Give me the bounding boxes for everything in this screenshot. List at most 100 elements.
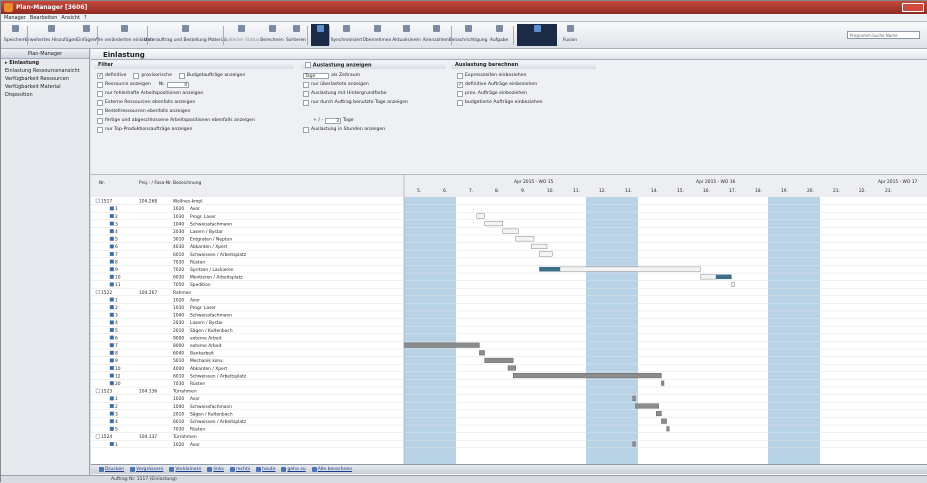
bottom-button-1[interactable]: Vergrössern [130, 467, 163, 472]
node-icon [109, 365, 114, 370]
task-bar[interactable] [632, 395, 636, 401]
node-icon [109, 411, 114, 416]
toolbar-button-4[interactable]: Unterauftrag und Bestellung Material [144, 24, 226, 46]
task-bar[interactable] [539, 251, 553, 257]
task-bar[interactable] [559, 266, 701, 272]
hours-checkbox[interactable] [303, 126, 309, 133]
auslastung-checkbox-2[interactable] [303, 99, 309, 106]
filter-checkbox-3[interactable] [97, 117, 103, 124]
menu-item-2[interactable]: Ansicht [61, 15, 79, 21]
bottom-button-5[interactable]: heute [256, 467, 275, 472]
sidebar-item-2[interactable]: Verfügbarkeit Ressourcen [1, 75, 89, 83]
task-bar[interactable] [666, 426, 670, 432]
bottom-button-6[interactable]: gehe zu [281, 467, 306, 472]
expand-toggle-icon[interactable] [95, 198, 100, 203]
berechnen-checkbox-1[interactable]: ✓ [457, 81, 463, 88]
menu-bar: Manager Bearbeiten Ansicht? [1, 14, 927, 22]
task-bar[interactable] [731, 281, 735, 287]
close-icon[interactable] [902, 3, 924, 12]
toolbar-button-11[interactable]: Aktualisieren [392, 24, 421, 46]
task-bar[interactable] [507, 365, 517, 371]
task-bar[interactable] [484, 357, 514, 363]
filter-checkbox-0[interactable] [97, 90, 103, 97]
task-bar[interactable] [484, 221, 504, 227]
task-bar[interactable] [661, 380, 665, 386]
filter-checkbox-4[interactable] [97, 126, 103, 133]
task-bar[interactable] [656, 411, 662, 417]
menu-item-3[interactable]: ? [84, 15, 87, 21]
bottom-button-0[interactable]: Drucken [99, 467, 124, 472]
task-bar[interactable] [716, 274, 732, 280]
auslastung-checkbox[interactable] [305, 62, 311, 68]
auslastung-checkbox-0[interactable] [303, 81, 309, 88]
plusminus-field[interactable]: 3 [324, 117, 341, 124]
task-bar[interactable] [539, 266, 560, 272]
task-bar[interactable] [513, 373, 662, 379]
auslastung-section-header[interactable]: Auslastung anzeigen [301, 62, 446, 69]
toolbar-button-0[interactable]: Speichern [4, 24, 26, 46]
bottom-button-4[interactable]: rechts [229, 467, 250, 472]
task-bar[interactable] [700, 274, 717, 280]
filter-section-header[interactable]: Filter [94, 62, 294, 69]
toolbar-button-7[interactable]: Sortieren [286, 24, 306, 46]
ressource-nr-field[interactable]: 0 [167, 81, 190, 88]
unit-select[interactable]: Tage [303, 72, 329, 79]
task-bar[interactable] [502, 228, 519, 234]
toolbar-button-13[interactable]: Benachrichtigung [449, 24, 487, 46]
toolbar-button-1[interactable]: Erweitertes Hinzufügen [25, 24, 77, 46]
expand-toggle-icon[interactable] [95, 388, 100, 393]
toolbar-button-3[interactable]: Alle veränderten einlasten [95, 24, 153, 46]
task-bar[interactable] [531, 243, 548, 249]
menu-item-1[interactable]: Bearbeiten [30, 15, 57, 21]
row-desc: Progr. Laser [190, 305, 216, 311]
menu-item-0[interactable]: Manager [4, 15, 26, 21]
task-bar[interactable] [476, 213, 485, 219]
task-bar[interactable] [635, 403, 660, 409]
berechnen-checkbox-0[interactable] [457, 72, 463, 79]
plusminus-label: + / - [313, 118, 323, 123]
row-desc: Sägen / Kaltenbach [190, 328, 233, 334]
berechnen-checkbox-3[interactable] [457, 99, 463, 106]
row-code: 7050 [173, 282, 184, 288]
sidebar-item-1[interactable]: Einlastung Ressourcenansicht [1, 67, 89, 75]
filter-checkbox-1[interactable] [97, 99, 103, 106]
bottom-button-7[interactable]: Alle berechnen [311, 467, 352, 472]
gantt-chart[interactable]: Nr. Proj.- / Fasa-Nr. Bezeichnung Apr 2015 … [91, 175, 927, 464]
task-bar[interactable] [515, 236, 535, 242]
toolbar-button-8[interactable] [311, 24, 329, 46]
sidebar-item-0[interactable]: ▸ Einlastung [1, 59, 89, 67]
status-checkbox-0[interactable]: ✓ [97, 72, 103, 79]
row-desc: Spritzen / Lackieren [190, 267, 234, 273]
toolbar-button-9[interactable]: Synchronisiert [331, 24, 362, 46]
toolbar-button-15[interactable] [517, 24, 557, 46]
berechnen-option-label: definitive Aufträge einbeziehen [465, 82, 538, 87]
toolbar-button-5[interactable]: Spätester Status [223, 24, 259, 46]
toolbar-button-12[interactable]: Kennzahlen [423, 24, 449, 46]
bottom-button-3[interactable]: links [207, 467, 224, 472]
sidebar-item-4[interactable]: Disposition [1, 91, 89, 99]
task-bar[interactable] [632, 441, 636, 447]
task-bar[interactable] [661, 418, 667, 424]
column-nr: Nr. [99, 180, 105, 186]
toolbar-button-10[interactable]: Übernehmen [363, 24, 391, 46]
toolbar-button-16[interactable]: Fusion [561, 24, 579, 46]
row-code: 7030 [173, 381, 184, 387]
filter-checkbox-2[interactable] [97, 108, 103, 115]
sidebar-item-3[interactable]: Verfügbarkeit Material [1, 83, 89, 91]
berechnen-checkbox-2[interactable] [457, 90, 463, 97]
status-checkbox-1[interactable] [133, 72, 140, 79]
toolbar-button-14[interactable]: Aufgabe [487, 24, 511, 46]
expand-toggle-icon[interactable] [95, 289, 100, 294]
row-desc: Lasern / Bystar [190, 320, 223, 326]
row-nr: 1524 [101, 434, 112, 440]
program-search-input[interactable]: Programm-Suche Name [847, 31, 920, 39]
bottom-button-2[interactable]: Verkleinern [169, 467, 201, 472]
row-nr: 8 [115, 351, 118, 357]
task-bar[interactable] [479, 350, 485, 356]
expand-toggle-icon[interactable] [95, 434, 100, 439]
auslastung-checkbox-1[interactable] [303, 90, 309, 97]
ressource-checkbox[interactable] [97, 81, 103, 88]
task-bar[interactable] [403, 342, 480, 348]
status-checkbox-2[interactable] [178, 72, 185, 79]
toolbar-button-6[interactable]: Berechnen [260, 24, 284, 46]
